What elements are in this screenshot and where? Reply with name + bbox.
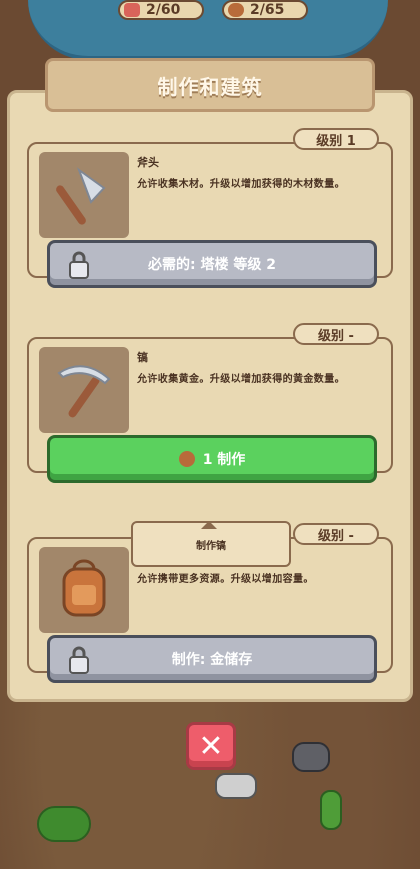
- locked-button[interactable]: 必需的: 塔楼 等级 2: [47, 240, 377, 288]
- button-label: 1 制作: [202, 452, 246, 468]
- close-button[interactable]: ✕: [186, 722, 236, 770]
- meat-value: 2/60: [146, 2, 181, 18]
- item-card-pickaxe: 级别 - 镐 允许收集黄金。升级以增加获得的黄金数量。 1 制作: [27, 323, 393, 483]
- water-area: [28, 0, 388, 60]
- lock-icon: [69, 251, 89, 279]
- wood-counter: 2/65: [222, 0, 308, 20]
- level-badge: 级别 -: [293, 323, 379, 345]
- level-badge: 级别 1: [293, 128, 379, 150]
- item-description: 允许携带更多资源。升级以增加容量。: [137, 574, 314, 585]
- item-card-axe: 级别 1 斧头 允许收集木材。升级以增加获得的木材数量。 必需的: 塔楼 等级 …: [27, 128, 393, 288]
- lock-icon: [69, 646, 89, 674]
- button-label: 制作: 金储存: [171, 652, 253, 668]
- rock: [292, 742, 330, 772]
- wood-icon: [178, 451, 195, 467]
- cactus: [320, 790, 342, 830]
- meat-counter: 2/60: [118, 0, 204, 20]
- craft-button[interactable]: 1 制作: [47, 435, 377, 483]
- meat-icon: [124, 3, 140, 17]
- level-badge: 级别 -: [293, 523, 379, 545]
- skull: [215, 773, 257, 799]
- item-name: 镐: [137, 351, 148, 364]
- axe-icon: [39, 152, 129, 238]
- wood-value: 2/65: [250, 2, 285, 18]
- item-name: 斧头: [137, 156, 159, 169]
- wood-icon: [228, 3, 244, 17]
- close-icon: ✕: [198, 728, 224, 764]
- backpack-icon: [39, 547, 129, 633]
- button-label: 必需的: 塔楼 等级 2: [148, 257, 276, 273]
- panel-title: 制作和建筑: [45, 58, 375, 112]
- tooltip: 制作镐: [131, 521, 291, 567]
- item-description: 允许收集木材。升级以增加获得的木材数量。: [137, 179, 345, 190]
- pickaxe-icon: [39, 347, 129, 433]
- bush: [37, 806, 91, 842]
- locked-button[interactable]: 制作: 金储存: [47, 635, 377, 683]
- item-description: 允许收集黄金。升级以增加获得的黄金数量。: [137, 374, 345, 385]
